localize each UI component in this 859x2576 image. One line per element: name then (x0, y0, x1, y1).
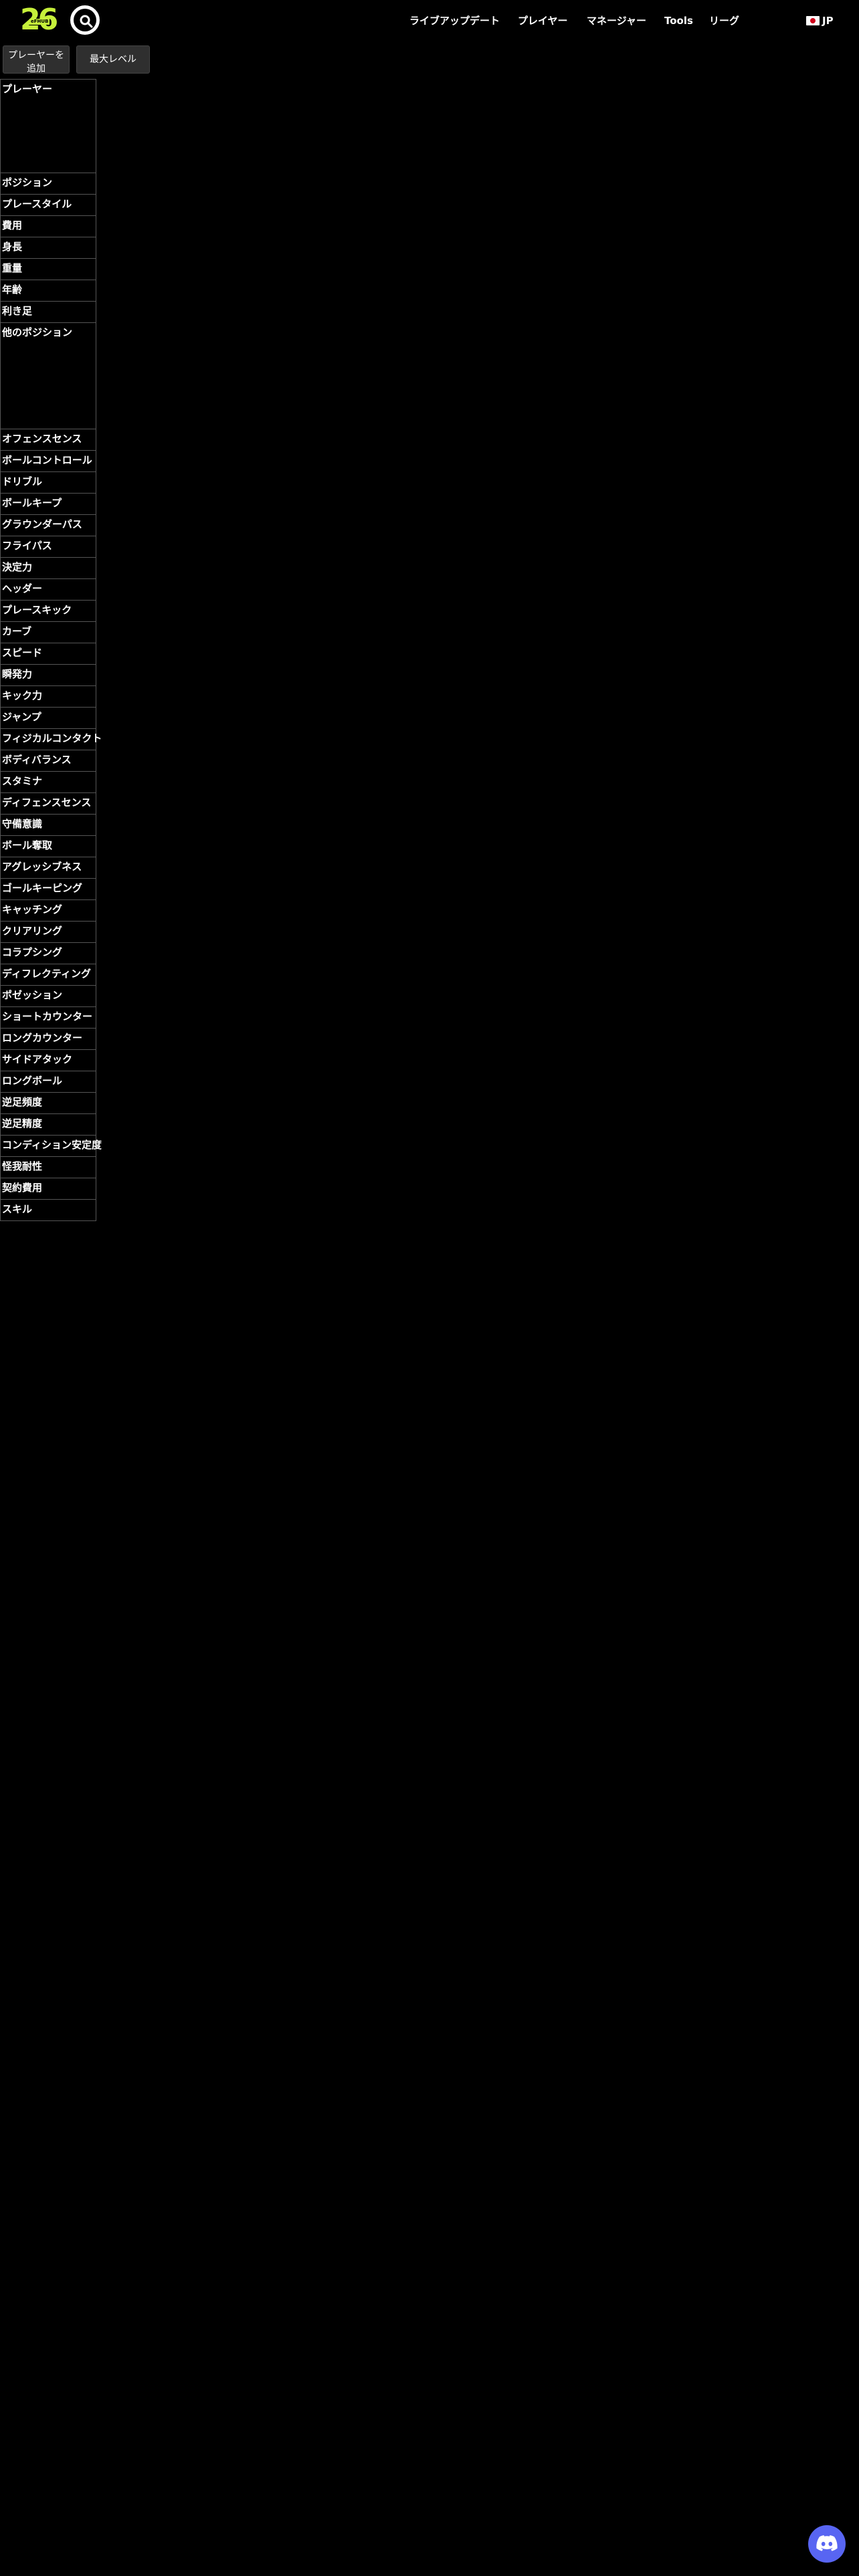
table-row-label: 決定力 (0, 558, 96, 579)
table-row-label: 身長 (0, 237, 96, 259)
table-row-label: 年齢 (0, 280, 96, 302)
language-label: JP (822, 15, 834, 27)
table-row-label: ジャンプ (0, 708, 96, 729)
table-row-label: クリアリング (0, 922, 96, 943)
table-row-label: フライパス (0, 536, 96, 558)
table-row-label: スキル (0, 1200, 96, 1221)
table-row-label: ディフェンスセンス (0, 793, 96, 815)
japan-flag-icon (806, 16, 820, 25)
table-row-label: ボール奪取 (0, 836, 96, 857)
table-row-label: ボールキープ (0, 494, 96, 515)
nav-leagues[interactable]: リーグ (709, 13, 739, 29)
table-row-label: 他のポジション (0, 323, 96, 429)
table-row-label: 契約費用 (0, 1178, 96, 1200)
nav-live-update[interactable]: ライブアップデート (409, 13, 500, 29)
table-row-label: 守備意識 (0, 815, 96, 836)
table-row-label: ボディバランス (0, 750, 96, 772)
table-row-label: ポジション (0, 173, 96, 195)
nav-players[interactable]: プレイヤー (518, 13, 568, 29)
table-row-label: ロングボール (0, 1071, 96, 1093)
table-row-label: ゴールキーピング (0, 879, 96, 900)
table-row-label: プレースタイル (0, 195, 96, 216)
search-button[interactable] (70, 5, 100, 35)
page: 26 eFHUB ライブアップデート プレイヤー マネージャー Tools リー… (0, 0, 859, 2576)
header: 26 eFHUB ライブアップデート プレイヤー マネージャー Tools リー… (0, 0, 859, 41)
table-row-label: ディフレクティング (0, 964, 96, 986)
table-row-label: ロングカウンター (0, 1029, 96, 1050)
language-selector[interactable]: JP (806, 13, 834, 29)
search-icon (80, 15, 93, 28)
table-row-label: 重量 (0, 259, 96, 280)
table-row-label: サイドアタック (0, 1050, 96, 1071)
table-row-label: ショートカウンター (0, 1007, 96, 1029)
table-row-label: オフェンスセンス (0, 429, 96, 451)
nav-tools[interactable]: Tools (664, 13, 693, 29)
table-row-label: アグレッシブネス (0, 857, 96, 879)
nav-managers[interactable]: マネージャー (587, 13, 646, 29)
table-row-label: カーブ (0, 622, 96, 643)
table-row-label: ボールコントロール (0, 451, 96, 472)
table-row-label: 怪我耐性 (0, 1157, 96, 1178)
add-player-button[interactable]: プレーヤーを追加 (3, 45, 70, 74)
discord-button[interactable] (808, 2525, 846, 2563)
table-row-label: スタミナ (0, 772, 96, 793)
logo-subtext: eFHUB (29, 19, 50, 25)
site-logo[interactable]: 26 eFHUB (20, 4, 60, 36)
table-row-label: コンディション安定度 (0, 1136, 102, 1157)
table-row-label: プレースキック (0, 601, 96, 622)
player-comparison-table: プレーヤー ポジション プレースタイル 費用 身長 重量 年齢 利き足 他のポジション オフェンス… (0, 79, 102, 1221)
table-row-label: グラウンダーパス (0, 515, 96, 536)
table-row-label: キャッチング (0, 900, 96, 922)
table-row-label: 瞬発力 (0, 665, 96, 686)
max-level-button[interactable]: 最大レベル (76, 45, 150, 74)
table-row-label: ドリブル (0, 472, 96, 494)
table-row-label: 逆足精度 (0, 1114, 96, 1136)
flag-dot (810, 18, 816, 23)
table-row-label: ポゼッション (0, 986, 96, 1007)
table-row-label: 逆足頻度 (0, 1093, 96, 1114)
discord-icon (816, 2535, 838, 2551)
table-row-label: フィジカルコンタクト (0, 729, 102, 750)
table-row-label: 利き足 (0, 302, 96, 323)
table-row-label: コラプシング (0, 943, 96, 964)
table-row-label: ヘッダー (0, 579, 96, 601)
table-row-label: 費用 (0, 216, 96, 237)
table-row-label: キック力 (0, 686, 96, 708)
table-row-label: スピード (0, 643, 96, 665)
table-row-label: プレーヤー (0, 79, 96, 173)
